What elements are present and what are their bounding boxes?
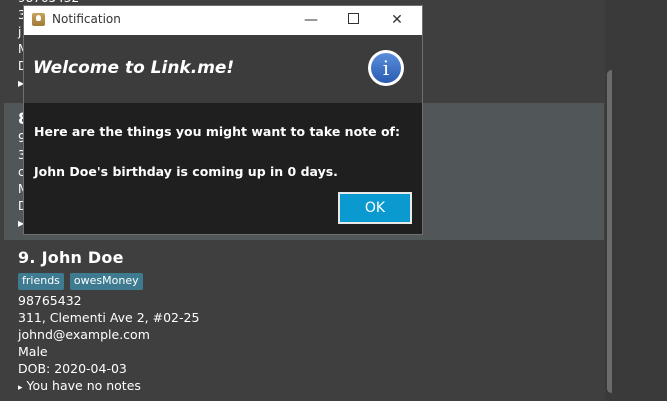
person-name-heading: 9. John Doe xyxy=(18,248,604,267)
maximize-icon xyxy=(347,13,359,24)
notes-text: You have no notes xyxy=(26,378,141,393)
welcome-heading: Welcome to Link.me! xyxy=(33,58,235,78)
info-glyph: i xyxy=(371,53,401,83)
right-panel xyxy=(612,0,667,401)
birthday-reminder: John Doe's birthday is coming up in 0 da… xyxy=(34,164,338,179)
info-icon: i xyxy=(368,50,404,86)
message-intro: Here are the things you might want to ta… xyxy=(34,124,400,139)
notification-header: Welcome to Link.me! i xyxy=(24,35,422,103)
gender-text: Male xyxy=(18,344,48,359)
window-titlebar[interactable]: Notification — ✕ xyxy=(24,6,422,35)
phone-text: 98765432 xyxy=(18,293,82,308)
notification-window: Notification — ✕ Welcome to Link.me! i H… xyxy=(23,5,423,235)
person-index: 9. xyxy=(18,248,36,267)
tag-owes-money: owesMoney xyxy=(69,273,143,290)
ok-button[interactable]: OK xyxy=(338,192,412,224)
close-button[interactable]: ✕ xyxy=(374,6,420,35)
tag-list: friends owesMoney xyxy=(18,273,604,290)
dob-text: DOB: 2020-04-03 xyxy=(18,361,127,376)
notification-body: Here are the things you might want to ta… xyxy=(34,124,414,180)
person-card-john-doe[interactable]: 9. John Doe friends owesMoney 98765432 31… xyxy=(4,244,604,401)
notes-toggle[interactable]: ▸ You have no notes xyxy=(18,377,604,397)
person-name: John Doe xyxy=(41,248,124,267)
minimize-button[interactable]: — xyxy=(288,6,334,35)
close-icon: ✕ xyxy=(391,12,403,28)
tag-friends: friends xyxy=(18,273,64,290)
email-text: johnd@example.com xyxy=(18,327,150,342)
expand-arrow-icon: ▸ xyxy=(18,383,23,393)
maximize-button[interactable] xyxy=(330,6,376,35)
app-contact-icon xyxy=(32,13,45,26)
window-title: Notification xyxy=(52,12,121,26)
minimize-icon: — xyxy=(304,12,318,28)
address-text: 311, Clementi Ave 2, #02-25 xyxy=(18,310,200,325)
